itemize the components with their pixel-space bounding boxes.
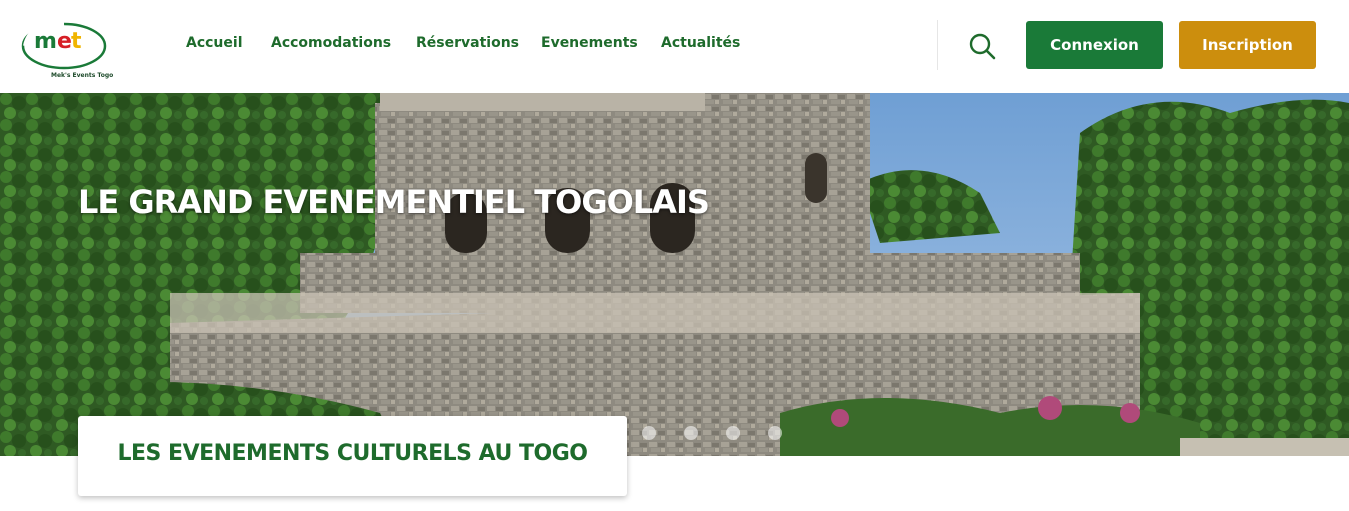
login-button[interactable]: Connexion [1026, 21, 1163, 69]
slider-dot-3[interactable] [726, 426, 740, 440]
svg-text:m: m [34, 29, 57, 54]
hero-image-castle [0, 93, 1349, 456]
signup-button[interactable]: Inscription [1179, 21, 1316, 69]
nav-item-actualites[interactable]: Actualités [661, 35, 740, 51]
slider-dot-2[interactable] [684, 426, 698, 440]
header-divider [937, 20, 938, 70]
nav-item-accueil[interactable]: Accueil [183, 35, 245, 51]
site-header: m e t Mek's Events Togo Accueil Accomoda… [0, 0, 1349, 93]
slider-dot-4[interactable] [768, 426, 782, 440]
svg-text:t: t [71, 29, 82, 54]
svg-text:e: e [57, 29, 72, 54]
search-icon[interactable] [966, 30, 998, 62]
brand-logo[interactable]: m e t Mek's Events Togo [20, 18, 113, 79]
section-title: LES EVENEMENTS CULTURELS AU TOGO [117, 441, 588, 466]
slider-dot-1[interactable] [642, 426, 656, 440]
logo-mark: m e t [21, 20, 107, 70]
logo-caption: Mek's Events Togo [51, 72, 114, 79]
nav-item-evenements[interactable]: Evenements [541, 35, 638, 51]
nav-item-reservations[interactable]: Réservations [416, 35, 519, 51]
slider-dots [642, 426, 782, 440]
hero-banner: LE GRAND EVENEMENTIEL TOGOLAIS [0, 93, 1349, 456]
section-title-card: LES EVENEMENTS CULTURELS AU TOGO [78, 416, 627, 496]
hero-title: LE GRAND EVENEMENTIEL TOGOLAIS [78, 183, 710, 221]
nav-item-accomodations[interactable]: Accomodations [271, 35, 391, 51]
